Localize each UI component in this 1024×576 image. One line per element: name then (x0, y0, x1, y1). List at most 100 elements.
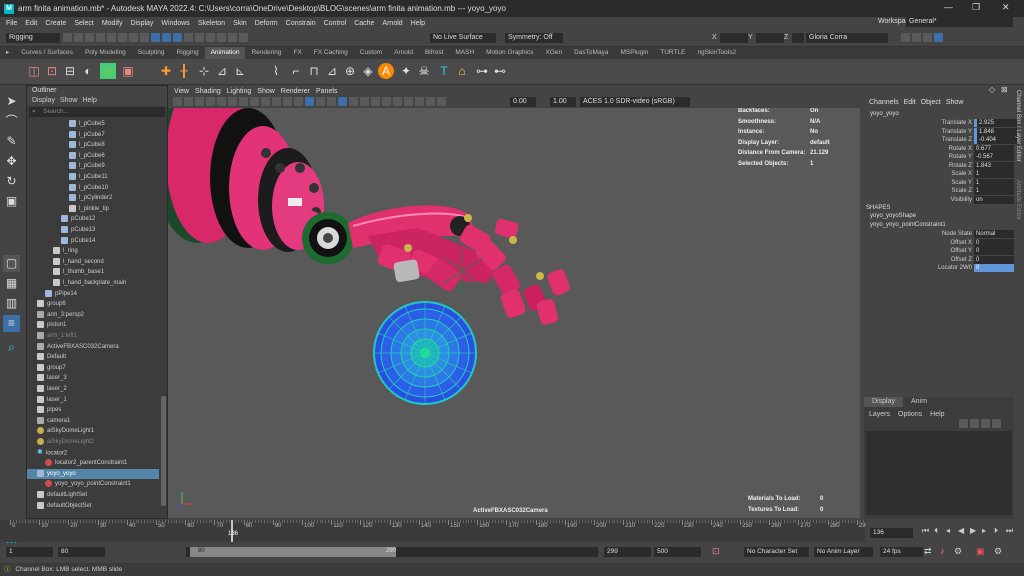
shelf-tab-msplugin[interactable]: MSPlugin (614, 47, 654, 59)
outliner-item[interactable]: aiSkyDomeLight1 (27, 426, 159, 436)
shelf-tab-poly-modeling[interactable]: Poly Modeling (79, 47, 132, 59)
xray-joints-icon[interactable] (426, 97, 435, 106)
outliner-item[interactable]: Default (27, 352, 159, 362)
shelf-tab-fx-caching[interactable]: FX Caching (308, 47, 354, 59)
cluster-icon[interactable]: ⌐ (288, 63, 304, 79)
outliner-item[interactable]: laser_3 (27, 373, 159, 383)
bookmark-icon[interactable] (195, 97, 204, 106)
outliner-item[interactable]: yoyo_yoyo_pointConstraint1 (27, 479, 159, 489)
safe-action-icon[interactable] (272, 97, 281, 106)
use-lights-icon[interactable] (349, 97, 358, 106)
textured-icon[interactable] (338, 97, 347, 106)
channel-value[interactable]: 0 (974, 247, 1014, 255)
outliner-item[interactable]: l_ring (27, 246, 159, 256)
outliner-item[interactable]: l_pCube5 (27, 119, 159, 129)
new-empty-layer-icon[interactable] (981, 419, 990, 428)
search-icon[interactable]: ⌕ (3, 339, 20, 356)
outliner-item[interactable]: l_hand_backplate_main (27, 278, 159, 288)
cb-menu-show[interactable]: Show (946, 99, 964, 106)
channel-row[interactable]: Translate Z -0.404 (864, 136, 1017, 144)
outliner-item[interactable]: l_pCylinder2 (27, 193, 159, 203)
scale-tool-icon[interactable]: ▣ (3, 193, 20, 210)
outliner-item[interactable]: laser_1 (27, 395, 159, 405)
outliner-item[interactable]: ActiveFBXASC032Camera (27, 342, 159, 352)
x-field[interactable] (720, 33, 748, 43)
channel-row[interactable]: Node State Normal (864, 230, 1014, 238)
vp-menu-view[interactable]: View (174, 88, 189, 95)
channel-value[interactable]: 1.848 (974, 127, 1017, 136)
channel-row[interactable]: Offset X0 (864, 238, 1014, 247)
gamma-field[interactable]: 1.00 (550, 97, 576, 107)
step-back-frame-icon[interactable]: ◂ (946, 526, 950, 535)
menu-deform[interactable]: Deform (255, 20, 278, 27)
render-settings-icon[interactable] (239, 33, 248, 42)
channel-value[interactable]: 0.677 (974, 144, 1014, 153)
parent-constraint-icon[interactable]: T (436, 63, 452, 79)
channel-value[interactable]: 1 (974, 170, 1014, 178)
menu-windows[interactable]: Windows (161, 20, 189, 27)
outliner-item[interactable]: pCube13 (27, 225, 159, 235)
save-scene-icon[interactable] (85, 33, 94, 42)
outliner-item[interactable]: l_pCube10 (27, 183, 159, 193)
outliner-item[interactable]: l_pCube9 (27, 161, 159, 171)
paint-weights-icon[interactable]: ⊾ (232, 63, 248, 79)
outliner-item[interactable]: pPipe14 (27, 289, 159, 299)
channel-box-icon[interactable] (934, 33, 943, 42)
shelf-tab-mash[interactable]: MASH (449, 47, 480, 59)
channel-row[interactable]: Scale Z1 (864, 187, 1014, 195)
layer-tab-display[interactable]: Display (864, 397, 903, 407)
curve-tool-icon[interactable]: ⌇ (268, 63, 284, 79)
outliner-item[interactable]: aiSkyDomeLight2 (27, 437, 159, 447)
resolution-gate-icon[interactable] (239, 97, 248, 106)
snap-point-icon[interactable] (173, 33, 182, 42)
move-layer-up-icon[interactable] (959, 419, 968, 428)
playback-start-field[interactable]: 80 (58, 547, 105, 557)
minimize-icon[interactable]: — (944, 2, 953, 12)
outliner-item[interactable]: l_pCube6 (27, 151, 159, 161)
channel-value[interactable]: 1 (974, 187, 1014, 195)
layer-list[interactable] (866, 431, 1012, 515)
channel-row[interactable]: Offset Z0 (864, 255, 1014, 264)
menu-modify[interactable]: Modify (102, 20, 123, 27)
undo-icon[interactable] (96, 33, 105, 42)
rotate-tool-icon[interactable]: ↻ (3, 173, 20, 190)
outliner-item[interactable]: yoyo_yoyo (27, 468, 159, 479)
bind-skin-icon[interactable]: ⊿ (214, 63, 230, 79)
outliner-item[interactable]: arm_3:persp2 (27, 310, 159, 320)
playback-end-field[interactable]: 299 (604, 547, 651, 557)
anti-aliasing-icon[interactable] (382, 97, 391, 106)
shelf-tabs-scroll-icon[interactable]: ▸ (0, 47, 15, 59)
new-scene-icon[interactable] (63, 33, 72, 42)
wire-icon[interactable]: ⊿ (324, 63, 340, 79)
key-translate-icon[interactable]: ⊡ (44, 63, 60, 79)
channel-row[interactable]: Translate Y 1.848 (864, 127, 1017, 136)
outliner-menu-display[interactable]: Display (32, 96, 55, 106)
channel-row[interactable]: Rotate Y -0.567 (864, 153, 1014, 161)
new-layer-selected-icon[interactable] (992, 419, 1001, 428)
channel-value[interactable]: 0 (974, 255, 1014, 264)
channel-row[interactable]: Offset Y0 (864, 247, 1014, 255)
skull-icon[interactable]: ☠ (416, 63, 432, 79)
render-icon[interactable] (217, 33, 226, 42)
end-time-field[interactable]: 500 (654, 547, 701, 557)
cb-menu-channels[interactable]: Channels (869, 99, 899, 106)
snap-surface-icon[interactable] (195, 33, 204, 42)
aim-constraint-icon[interactable]: ⊷ (492, 63, 508, 79)
redo-icon[interactable] (107, 33, 116, 42)
flat-shade-icon[interactable] (316, 97, 325, 106)
fps-select[interactable]: 24 fps (880, 547, 923, 557)
select-component-icon[interactable] (140, 33, 149, 42)
play-forwards-icon[interactable]: ▶ (970, 526, 976, 535)
menu-file[interactable]: File (6, 20, 17, 27)
history-icon[interactable] (206, 33, 215, 42)
channel-value[interactable]: 1 (974, 178, 1014, 187)
sphere-manip-icon[interactable]: ⊕ (342, 63, 358, 79)
snap-grid-icon[interactable] (151, 33, 160, 42)
select-hierarchy-icon[interactable] (118, 33, 127, 42)
menu-help[interactable]: Help (411, 20, 425, 27)
layer-tab-anim[interactable]: Anim (903, 397, 935, 407)
outliner-item[interactable]: l_pCube7 (27, 130, 159, 140)
set-key-icon[interactable]: ◫ (26, 63, 42, 79)
shelf-tab-turtle[interactable]: TURTLE (654, 47, 691, 59)
outliner-item[interactable]: locator2_parentConstraint1 (27, 458, 159, 468)
